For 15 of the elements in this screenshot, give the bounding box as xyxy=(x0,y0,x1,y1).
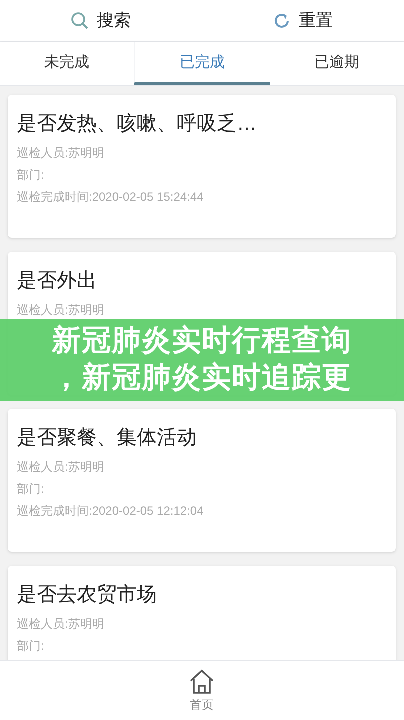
card-title: 是否聚餐、集体活动 xyxy=(17,426,198,451)
card-detail: 巡检人员:苏明明 xyxy=(17,616,106,632)
card-title: 是否发热、咳嗽、呼吸乏… xyxy=(17,112,258,137)
card-detail: 巡检人员:苏明明 xyxy=(17,145,106,161)
card-detail: 部门: xyxy=(17,638,46,654)
card-detail: 巡检人员:苏明明 xyxy=(17,302,106,318)
card-detail: 巡检完成时间:2020-02-05 12:12:04 xyxy=(17,503,205,519)
card-detail: 部门: xyxy=(17,481,46,497)
banner-text: ，新冠肺炎实时追踪更 xyxy=(52,360,352,396)
card-detail: 部门: xyxy=(17,167,46,183)
banner-text: 新冠肺炎实时行程查询 xyxy=(52,324,352,359)
card-detail: 巡检人员:苏明明 xyxy=(17,459,106,475)
card-title: 是否去农贸市场 xyxy=(17,583,158,608)
card-detail: 巡检完成时间:2020-02-05 15:24:44 xyxy=(17,189,205,205)
card-title: 是否外出 xyxy=(17,269,98,294)
